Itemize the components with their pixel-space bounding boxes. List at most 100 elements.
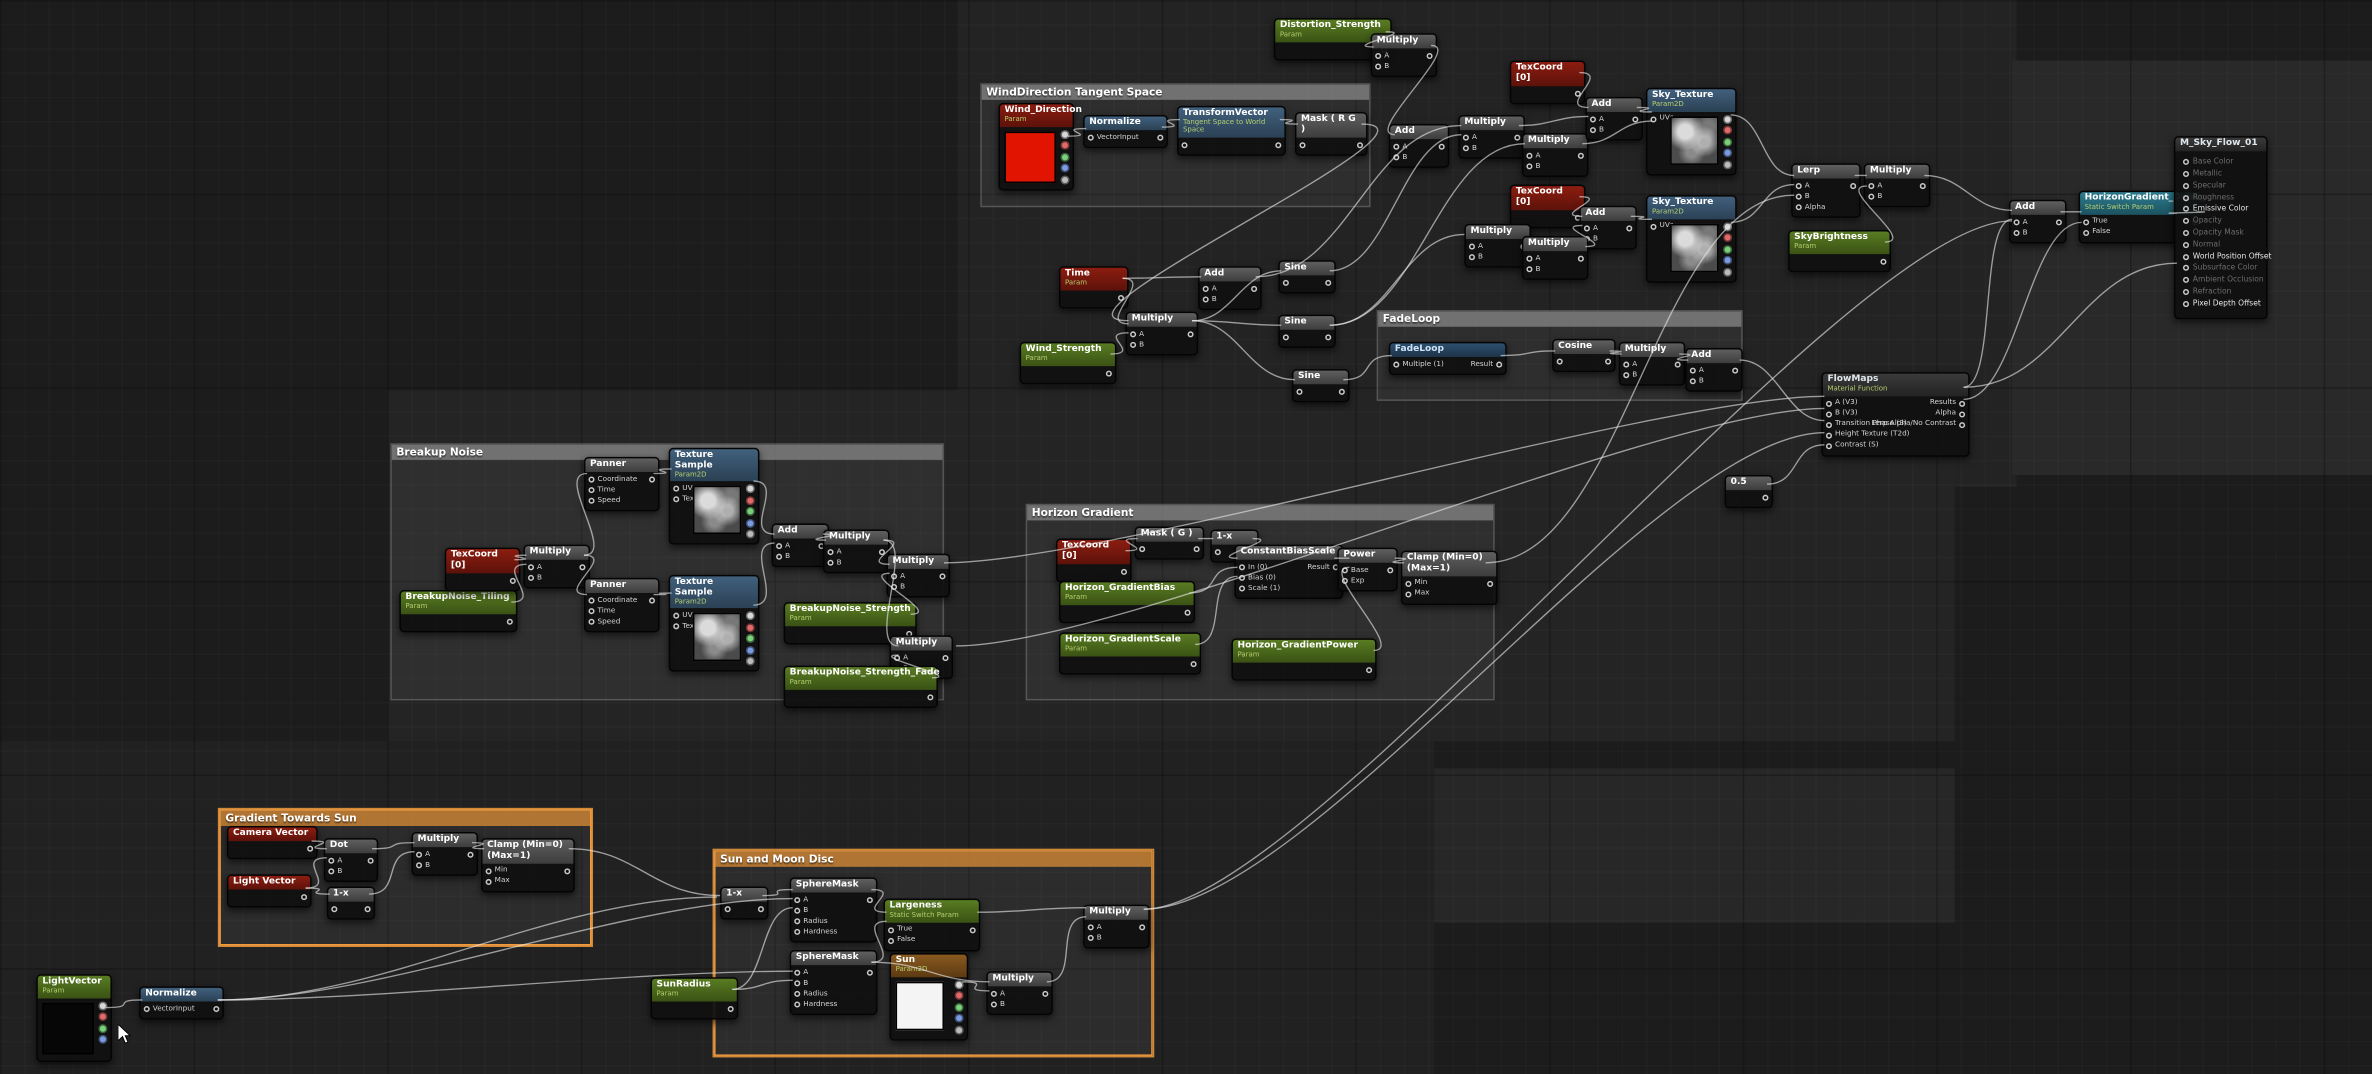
- output-pin-icon[interactable]: [746, 485, 755, 494]
- input-pin-row[interactable]: A: [1469, 242, 1483, 251]
- input-pin-row[interactable]: A: [1375, 52, 1389, 61]
- output-pin-icon[interactable]: [301, 895, 307, 901]
- input-pin-row[interactable]: Radius: [794, 990, 837, 999]
- output-pin-icon[interactable]: [1106, 370, 1112, 376]
- input-pin-row[interactable]: Speed: [588, 618, 637, 627]
- input-pin-row[interactable]: Tex: [673, 622, 691, 631]
- output-pin-row[interactable]: [864, 896, 873, 905]
- input-pin-icon[interactable]: [1526, 164, 1532, 170]
- output-pin-row[interactable]: [1272, 140, 1281, 149]
- breakupnoise-strength-header[interactable]: BreakupNoise_StrengthParam: [785, 604, 915, 626]
- output-pin-icon[interactable]: [1188, 332, 1194, 338]
- oneminus-3-header[interactable]: 1-x: [722, 888, 767, 902]
- texcoord-1-header[interactable]: TexCoord [0]: [1511, 62, 1584, 86]
- output-pin-row[interactable]: [646, 596, 655, 605]
- material-output-header[interactable]: M_Sky_Flow_01: [2175, 138, 2266, 152]
- input-pin-row[interactable]: False: [2083, 228, 2110, 237]
- input-pin-row[interactable]: UVs: [1650, 222, 1668, 231]
- mask-g[interactable]: Mask ( G ): [1135, 526, 1205, 560]
- input-pin-row[interactable]: B (V3): [1826, 409, 1892, 418]
- output-pin-icon[interactable]: [1060, 163, 1069, 172]
- sunradius-header[interactable]: SunRadiusParam: [652, 979, 737, 1001]
- output-pin-icon[interactable]: [98, 1012, 107, 1021]
- input-pin-row[interactable]: Alpha: [1796, 203, 1826, 212]
- input-pin-icon[interactable]: [725, 907, 731, 913]
- input-pin-row[interactable]: B: [1526, 162, 1540, 171]
- lightvector-param[interactable]: LightVectorParam: [36, 974, 112, 1061]
- input-pin-icon[interactable]: [1299, 142, 1305, 148]
- texcoord-2-header[interactable]: TexCoord [0]: [1511, 186, 1584, 210]
- input-pin-row[interactable]: B: [1375, 62, 1389, 71]
- input-pin-icon[interactable]: [588, 598, 594, 604]
- sine-3-header[interactable]: Sine: [1293, 371, 1347, 385]
- input-pin-row[interactable]: A: [528, 563, 542, 572]
- multiply-3[interactable]: MultiplyAB: [1522, 133, 1589, 177]
- multiply-10-header[interactable]: Multiply: [824, 531, 888, 545]
- output-pin-row[interactable]: [1759, 494, 1768, 503]
- input-pin-icon[interactable]: [2014, 220, 2020, 226]
- output-pin-row[interactable]: [646, 475, 655, 484]
- input-pin-row[interactable]: A: [1526, 152, 1540, 161]
- input-pin-icon[interactable]: [828, 560, 834, 566]
- input-pin-icon[interactable]: [1868, 183, 1874, 189]
- cosine-1[interactable]: Cosine: [1552, 339, 1616, 373]
- input-pin-row[interactable]: A: [1130, 330, 1144, 339]
- sky-texture-2[interactable]: Sky_TextureParam2DUVs: [1646, 195, 1737, 282]
- input-pin-icon[interactable]: [1283, 280, 1289, 286]
- input-pin-row[interactable]: Min: [486, 867, 510, 876]
- input-pin-icon[interactable]: [1405, 581, 1411, 587]
- multiply-5-header[interactable]: Multiply: [1523, 238, 1587, 252]
- input-pin-icon[interactable]: [1203, 286, 1209, 292]
- output-pin-icon[interactable]: [1762, 495, 1768, 501]
- clamp-2[interactable]: Clamp (Min=0) (Max=1)MinMax: [481, 838, 575, 893]
- output-pin-icon[interactable]: [98, 1001, 107, 1010]
- output-pin-icon[interactable]: [746, 519, 755, 528]
- material-output[interactable]: M_Sky_Flow_01Base ColorMetallicSpecularR…: [2174, 136, 2268, 319]
- clamp-1[interactable]: Clamp (Min=0) (Max=1)MinMax: [1401, 551, 1498, 606]
- input-pin-icon[interactable]: [1526, 256, 1532, 262]
- input-pin-icon[interactable]: [1557, 359, 1563, 365]
- wind-strength[interactable]: Wind_StrengthParam: [1020, 342, 1117, 384]
- input-pin-icon[interactable]: [486, 879, 492, 885]
- sine-1[interactable]: Sine: [1278, 260, 1335, 294]
- input-pin-icon[interactable]: [328, 858, 334, 864]
- fadeloop-fn[interactable]: FadeLoopMultiple (1)Result: [1389, 342, 1507, 376]
- texture-sample-1-header[interactable]: Texture SampleParam2D: [670, 449, 758, 481]
- output-pin-row[interactable]: Results: [1892, 399, 1966, 408]
- output-pin-row[interactable]: [1575, 255, 1584, 264]
- output-pin-row[interactable]: [507, 577, 516, 586]
- input-pin-row[interactable]: A: [1868, 182, 1882, 191]
- input-pin-icon[interactable]: [776, 544, 782, 550]
- multiply-15[interactable]: MultiplyAB: [1083, 905, 1150, 949]
- output-pin-icon[interactable]: [1723, 256, 1732, 265]
- input-pin-row[interactable]: [725, 905, 734, 914]
- input-pin-icon[interactable]: [588, 498, 594, 504]
- input-pin-row[interactable]: [1181, 140, 1190, 149]
- multiply-8-header[interactable]: Multiply: [1620, 343, 1684, 357]
- oneminus-2[interactable]: 1-x: [327, 887, 375, 921]
- output-pin-icon[interactable]: [867, 898, 873, 904]
- output-pin-row[interactable]: [967, 925, 976, 934]
- output-pin-row[interactable]: [1436, 143, 1445, 152]
- horizon-gradientbias-header[interactable]: Horizon_GradientBiasParam: [1060, 582, 1193, 604]
- output-pin-icon[interactable]: [955, 991, 964, 1000]
- input-pin-row[interactable]: [1139, 545, 1148, 554]
- mask-g-header[interactable]: Mask ( G ): [1136, 528, 1203, 542]
- output-pin-row[interactable]: [755, 905, 764, 914]
- output-pin-row[interactable]: [1847, 182, 1856, 191]
- output-pin-row[interactable]: [1181, 607, 1190, 616]
- output-pin-icon[interactable]: [1121, 569, 1127, 575]
- largeness[interactable]: LargenessStatic Switch ParamTrueFalse: [883, 899, 980, 951]
- input-pin-row[interactable]: B: [1526, 265, 1540, 274]
- output-pin-icon[interactable]: [1060, 152, 1069, 161]
- input-pin-icon[interactable]: [1139, 547, 1145, 553]
- panner-2-header[interactable]: Panner: [585, 579, 658, 593]
- input-pin-row[interactable]: Hardness: [794, 928, 837, 937]
- input-pin-icon[interactable]: [2183, 289, 2189, 295]
- texcoord-3-header[interactable]: TexCoord [0]: [446, 549, 519, 573]
- output-pin-row[interactable]: [1322, 333, 1331, 342]
- input-pin-icon[interactable]: [1393, 155, 1399, 161]
- input-pin-row[interactable]: A: [2014, 218, 2028, 227]
- input-pin-row[interactable]: B: [1393, 153, 1407, 162]
- output-pin-icon[interactable]: [1275, 142, 1281, 148]
